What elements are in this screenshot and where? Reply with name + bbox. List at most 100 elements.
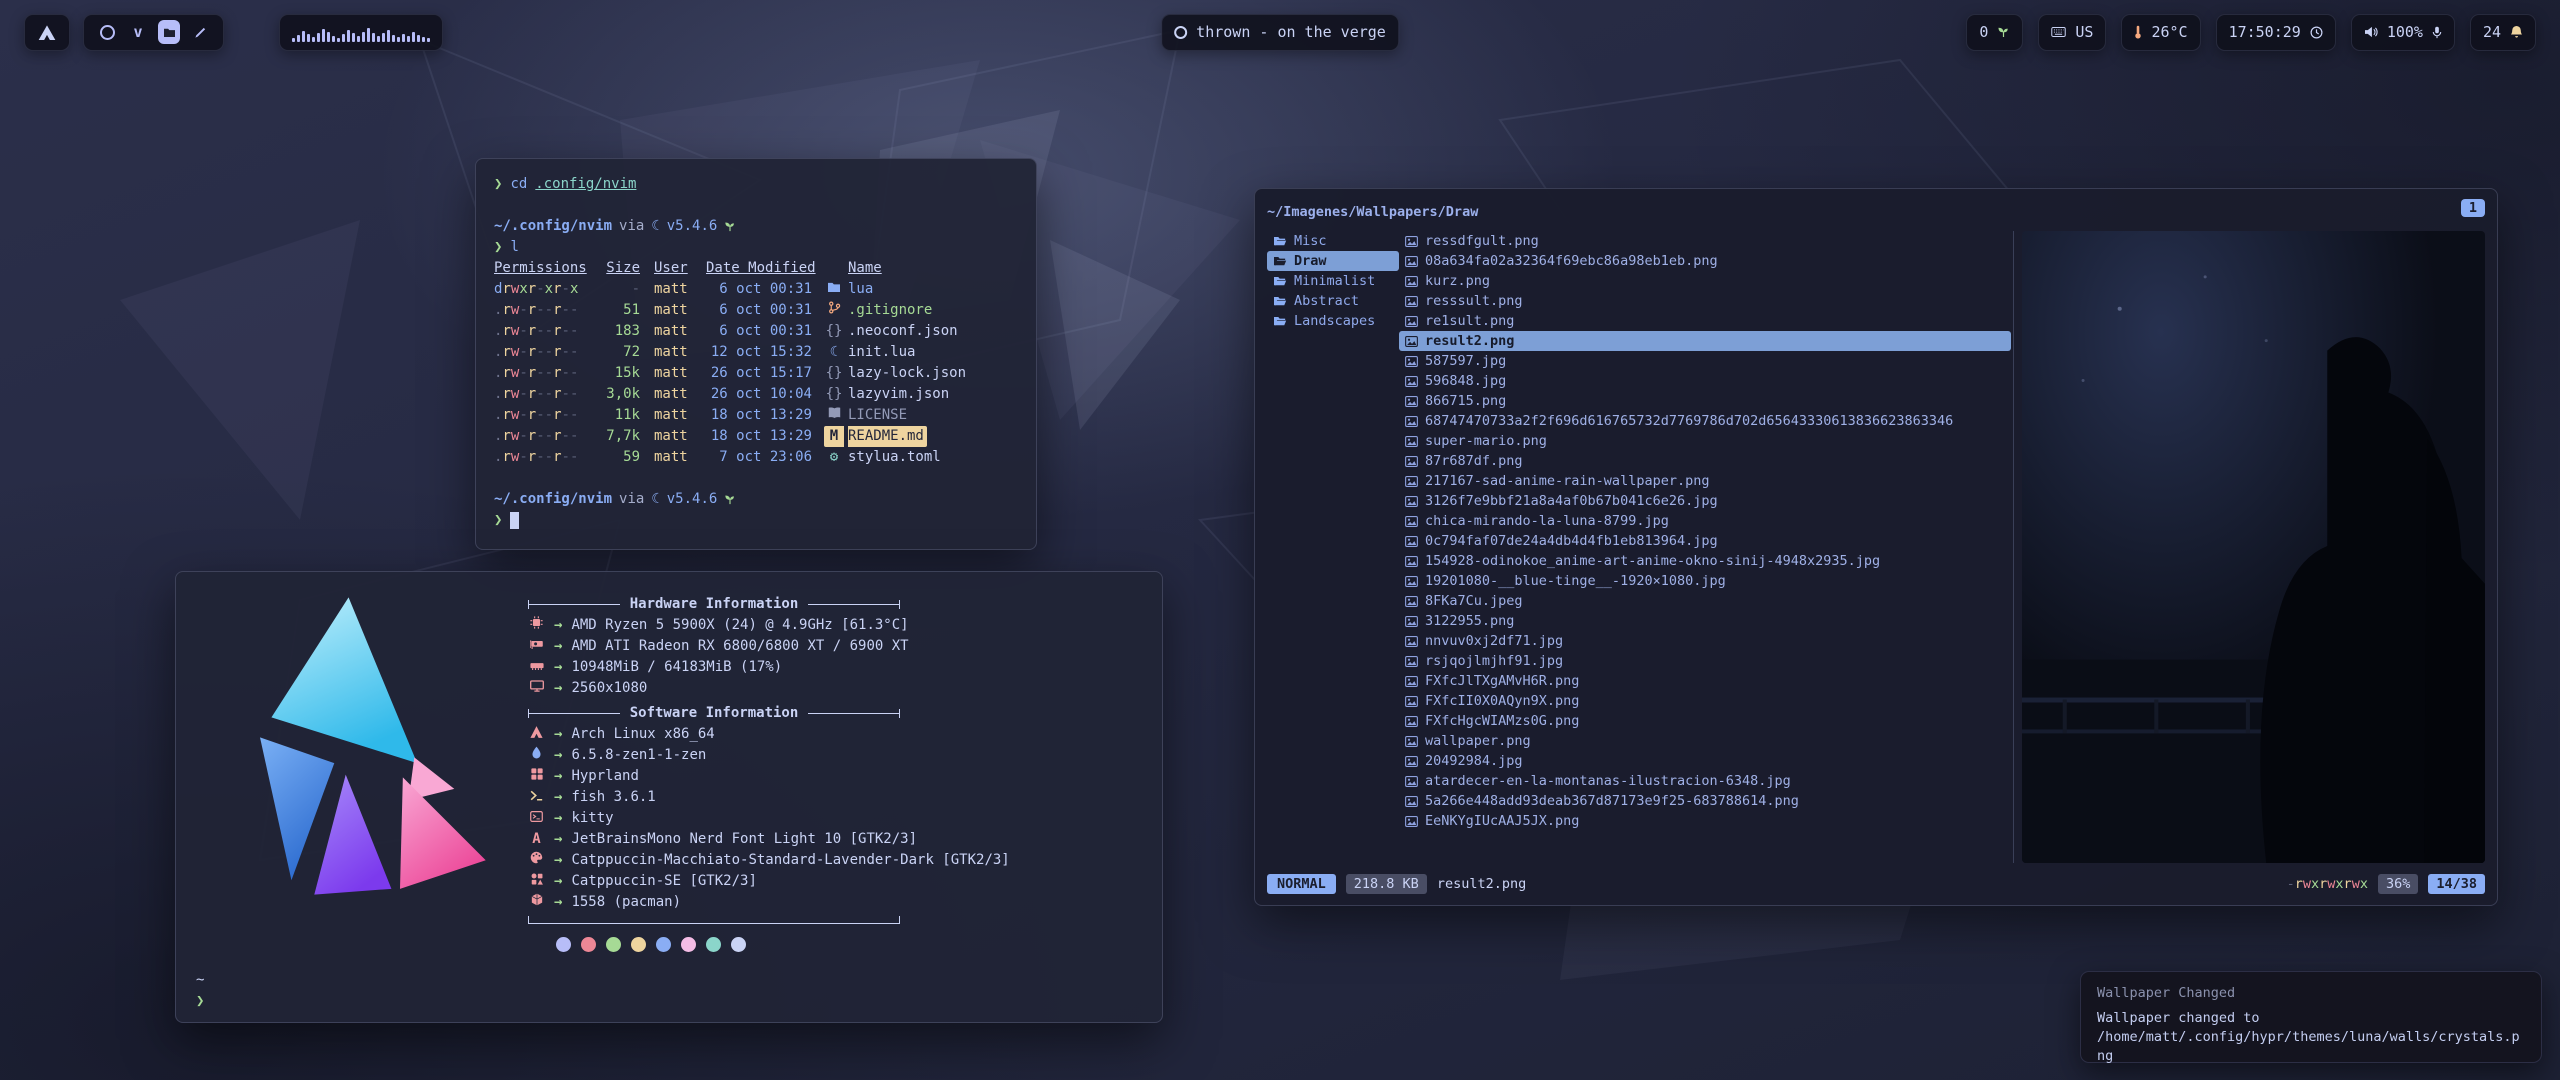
prompt-symbol: ❯ — [494, 174, 502, 195]
sidebar-folder-abstract[interactable]: Abstract — [1267, 291, 1399, 311]
temperature-module[interactable]: 26°C — [2121, 14, 2200, 51]
notification-toast[interactable]: Wallpaper Changed Wallpaper changed to /… — [2080, 971, 2542, 1063]
section-header: Hardware Information — [528, 594, 900, 615]
info-row-cpu: →AMD Ryzen 5 5900X (24) @ 4.9GHz [61.3°C… — [528, 615, 1010, 636]
cwd-path: ~/.config/nvim — [494, 216, 612, 237]
sidebar-folder-misc[interactable]: Misc — [1267, 231, 1399, 251]
terminal-command-line: ❯ cd .config/nvim — [494, 174, 1018, 195]
image-file-icon — [1405, 516, 1418, 527]
cava-bar — [292, 38, 295, 42]
cava-bar — [387, 30, 390, 42]
file-item[interactable]: 19201080-__blue-tinge__-1920×1080.jpg — [1399, 571, 2011, 591]
lua-version: v5.4.6 — [667, 216, 718, 237]
folder-icon — [1273, 235, 1287, 247]
prompt-symbol: ❯ — [494, 237, 502, 258]
date-header: Date Modified — [706, 258, 812, 279]
file-item[interactable]: FXfcHgcWIAMzs0G.png — [1399, 711, 2011, 731]
file-item[interactable]: resssult.png — [1399, 291, 2011, 311]
notification-count: 24 — [2483, 23, 2501, 41]
info-row-font: A→JetBrainsMono Nerd Font Light 10 [GTK2… — [528, 829, 1010, 850]
file-item[interactable]: FXfcII0X0AQyn9X.png — [1399, 691, 2011, 711]
sidebar-folder-minimalist[interactable]: Minimalist — [1267, 271, 1399, 291]
palette-dot — [556, 937, 571, 952]
file-item[interactable]: 68747470733a2f2f696d616765732d7769786d70… — [1399, 411, 2011, 431]
cava-bar — [362, 32, 365, 42]
display-icon — [528, 678, 545, 699]
workspace-1[interactable] — [96, 20, 118, 44]
file-item[interactable]: chica-mirando-la-luna-8799.jpg — [1399, 511, 2011, 531]
launcher-button[interactable] — [24, 14, 70, 51]
cava-bar — [302, 31, 305, 42]
sidebar-folder-draw[interactable]: Draw — [1267, 251, 1399, 271]
file-item[interactable]: 8FKa7Cu.jpeg — [1399, 591, 2011, 611]
media-module[interactable]: thrown - on the verge — [1161, 14, 1399, 51]
ls-row: .rw-r--r--72matt12 oct 15:32☾init.lua — [494, 342, 1018, 363]
info-row-packages: →1558 (pacman) — [528, 892, 1010, 913]
shell-prompt[interactable]: ~ ❯ — [196, 970, 204, 1012]
file-item[interactable]: result2.png — [1399, 331, 2011, 351]
clock-module[interactable]: 17:50:29 — [2216, 14, 2336, 51]
file-item[interactable]: 3126f7e9bbf21a8a4af0b67b041c6e26.jpg — [1399, 491, 2011, 511]
keyboard-layout-module[interactable]: US — [2038, 14, 2106, 51]
file-item[interactable]: 3122955.png — [1399, 611, 2011, 631]
updates-module[interactable]: 0 — [1966, 14, 2023, 51]
file-item[interactable]: super-mario.png — [1399, 431, 2011, 451]
file-item[interactable]: EeNKYgIUcAAJ5JX.png — [1399, 811, 2011, 831]
shell-icon — [528, 787, 545, 808]
file-item[interactable]: 154928-odinokoe_anime-art-anime-okno-sin… — [1399, 551, 2011, 571]
cava-bar — [342, 34, 345, 42]
file-item[interactable]: rsjqojlmjhf91.jpg — [1399, 651, 2011, 671]
image-file-icon — [1405, 696, 1418, 707]
microphone-icon — [2432, 26, 2442, 39]
file-item[interactable]: 87r687df.png — [1399, 451, 2011, 471]
terminal-input-line[interactable]: ❯ — [494, 510, 1018, 531]
cava-bar — [392, 35, 395, 42]
file-item[interactable]: wallpaper.png — [1399, 731, 2011, 751]
file-item[interactable]: 5a266e448add93deab367d87173e9f25-6837886… — [1399, 791, 2011, 811]
file-item[interactable]: 596848.jpg — [1399, 371, 2011, 391]
file-item[interactable]: 587597.jpg — [1399, 351, 2011, 371]
info-row-display: →2560x1080 — [528, 678, 1010, 699]
preview-image — [2022, 231, 2485, 863]
image-file-icon — [1405, 356, 1418, 367]
workspace-2[interactable]: v — [127, 20, 149, 44]
file-item[interactable]: nnvuv0xj2df71.jpg — [1399, 631, 2011, 651]
cava-bar — [412, 32, 415, 42]
file-item[interactable]: ressdfgult.png — [1399, 231, 2011, 251]
sidebar-folder-landscapes[interactable]: Landscapes — [1267, 311, 1399, 331]
tab-badge[interactable]: 1 — [2461, 199, 2485, 217]
clock-icon — [2310, 26, 2323, 39]
text-cursor — [510, 512, 519, 529]
image-file-icon — [1405, 416, 1418, 427]
file-item[interactable]: 866715.png — [1399, 391, 2011, 411]
lua-moon-icon: ☾ — [651, 489, 659, 510]
image-file-icon — [1405, 536, 1418, 547]
icons-icon — [528, 871, 545, 892]
temperature-label: 26°C — [2151, 23, 2187, 41]
file-item[interactable]: re1sult.png — [1399, 311, 2011, 331]
file-item[interactable]: atardecer-en-la-montanas-ilustracion-634… — [1399, 771, 2011, 791]
workspace-3-active[interactable] — [158, 20, 180, 44]
gpu-icon — [528, 636, 545, 657]
info-row-icons: →Catppuccin-SE [GTK2/3] — [528, 871, 1010, 892]
file-item[interactable]: 217167-sad-anime-rain-wallpaper.png — [1399, 471, 2011, 491]
file-item[interactable]: FXfcJlTXgAMvH6R.png — [1399, 671, 2011, 691]
cava-bar — [317, 33, 320, 42]
file-item[interactable]: kurz.png — [1399, 271, 2011, 291]
arrow-icon: → — [554, 766, 562, 787]
file-item[interactable]: 0c794faf07de24a4db4d4fb1eb813964.jpg — [1399, 531, 2011, 551]
os-icon — [528, 724, 545, 745]
info-row-wm: →Hyprland — [528, 766, 1010, 787]
file-item[interactable]: 08a634fa02a32364f69ebc86a98eb1eb.png — [1399, 251, 2011, 271]
image-file-icon — [1405, 736, 1418, 747]
prompt-symbol: ❯ — [196, 991, 204, 1012]
folder-icon — [1273, 275, 1287, 287]
notifications-module[interactable]: 24 — [2470, 14, 2536, 51]
workspace-4[interactable] — [189, 20, 211, 44]
file-list: ressdfgult.png08a634fa02a32364f69ebc86a9… — [1399, 231, 2011, 863]
volume-module[interactable]: 100% — [2351, 14, 2455, 51]
ls-row: .rw-r--r--7,7kmatt18 oct 13:29MREADME.md — [494, 426, 1018, 447]
cava-bar — [332, 36, 335, 42]
file-item[interactable]: 20492984.jpg — [1399, 751, 2011, 771]
audio-visualizer-module[interactable] — [279, 14, 443, 51]
